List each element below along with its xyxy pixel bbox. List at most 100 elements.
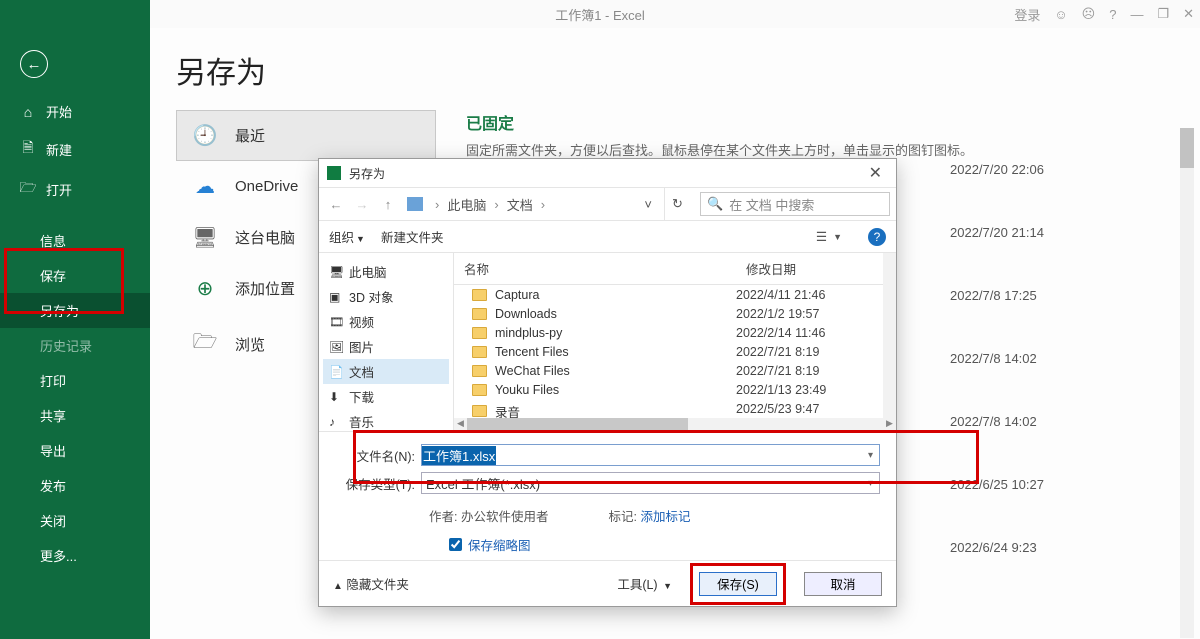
cancel-button[interactable]: 取消: [804, 572, 882, 596]
folder-icon: [472, 384, 487, 396]
tree-item[interactable]: ♪音乐: [323, 409, 449, 431]
sidebar-item-export[interactable]: 导出: [0, 433, 150, 468]
vert-scrollbar[interactable]: [883, 253, 896, 418]
file-date: 2022/7/21 8:19: [736, 345, 896, 359]
refresh-button[interactable]: ↻: [664, 188, 690, 220]
view-button[interactable]: ☰▼: [816, 229, 842, 244]
horiz-scrollbar[interactable]: ◀ ▶: [454, 418, 896, 431]
tree-item[interactable]: 🖥此电脑: [323, 259, 449, 284]
dialog-close-button[interactable]: ✕: [863, 163, 888, 183]
sidebar-item-open[interactable]: 🗁打开: [0, 169, 150, 209]
filename-input[interactable]: 工作簿1.xlsx ▾: [421, 444, 880, 466]
save-button[interactable]: 保存(S): [699, 572, 777, 596]
file-row[interactable]: WeChat Files2022/7/21 8:19: [454, 361, 896, 380]
dialog-title: 另存为: [349, 165, 385, 182]
dialog-fields: 文件名(N): 工作簿1.xlsx ▾ 保存类型(T): Excel 工作簿(*…: [319, 431, 896, 504]
file-name: Downloads: [495, 307, 557, 321]
filetype-select[interactable]: Excel 工作簿(*.xlsx) ▾: [421, 472, 880, 494]
file-row[interactable]: mindplus-py2022/2/14 11:46: [454, 323, 896, 342]
sidebar-item-publish[interactable]: 发布: [0, 468, 150, 503]
nav-up-icon[interactable]: ↑: [377, 197, 399, 212]
excel-icon: [327, 166, 341, 180]
nav-back-icon[interactable]: ←: [325, 197, 347, 212]
sidebar-item-save[interactable]: 保存: [0, 258, 150, 293]
recent-date[interactable]: 2022/7/8 14:02: [950, 327, 1170, 390]
file-row[interactable]: Downloads2022/1/2 19:57: [454, 304, 896, 323]
dialog-titlebar: 另存为 ✕: [319, 159, 896, 187]
close-icon[interactable]: ✕: [1183, 6, 1194, 22]
tree-item[interactable]: 📄文档: [323, 359, 449, 384]
thumbnail-checkbox[interactable]: [449, 538, 462, 551]
dialog-meta: 作者: 办公软件使用者 标记: 添加标记: [319, 504, 896, 531]
tree-item[interactable]: ▣3D 对象: [323, 284, 449, 309]
thumbnail-label[interactable]: 保存缩略图: [468, 535, 531, 554]
filetype-dropdown-icon[interactable]: ▾: [861, 478, 879, 489]
breadcrumb-folder[interactable]: 文档: [507, 195, 533, 214]
nav-forward-icon[interactable]: →: [351, 197, 373, 212]
sidebar-label: 新建: [46, 140, 72, 159]
help-icon[interactable]: ?: [1109, 7, 1116, 22]
tree-label: 音乐: [349, 412, 374, 431]
filetype-row: 保存类型(T): Excel 工作簿(*.xlsx) ▾: [335, 472, 880, 494]
breadcrumb-root[interactable]: 此电脑: [447, 195, 486, 214]
dialog-help-button[interactable]: ?: [868, 228, 886, 246]
titlebar-right: 登录 ☺ ☹ ? — ❐ ✕: [1014, 0, 1194, 28]
minimize-icon[interactable]: —: [1130, 7, 1143, 22]
scrollbar-track[interactable]: [1180, 128, 1194, 638]
filename-dropdown-icon[interactable]: ▾: [861, 450, 879, 461]
sidebar-item-new[interactable]: 🗎新建: [0, 129, 150, 169]
sidebar-item-close[interactable]: 关闭: [0, 503, 150, 538]
back-button[interactable]: ←: [20, 50, 48, 78]
3d-icon: ▣: [329, 290, 343, 304]
tree-label: 图片: [349, 337, 374, 356]
recent-date[interactable]: 2022/7/8 14:02: [950, 390, 1170, 453]
face-smile-icon[interactable]: ☺: [1054, 7, 1067, 22]
saveas-dialog: 另存为 ✕ ← → ↑ › 此电脑 › 文档 › ˅ ↻ 🔍 在 文档 中搜索 …: [318, 158, 897, 607]
sidebar-item-history[interactable]: 历史记录: [0, 328, 150, 363]
dialog-nav: ← → ↑ › 此电脑 › 文档 › ˅ ↻ 🔍 在 文档 中搜索: [319, 187, 896, 221]
col-date[interactable]: 修改日期: [736, 253, 896, 284]
sidebar-item-more[interactable]: 更多...: [0, 538, 150, 573]
hide-folders-button[interactable]: ▲ 隐藏文件夹: [333, 574, 409, 593]
sidebar-label: 开始: [46, 102, 72, 121]
restore-icon[interactable]: ❐: [1157, 6, 1169, 22]
recent-date[interactable]: 2022/7/20 22:06: [950, 138, 1170, 201]
recent-date[interactable]: 2022/6/25 10:27: [950, 453, 1170, 516]
organize-button[interactable]: 组织▼: [329, 227, 365, 246]
search-placeholder: 在 文档 中搜索: [729, 195, 814, 214]
add-tag-link[interactable]: 添加标记: [640, 510, 690, 524]
location-label: 这台电脑: [235, 227, 295, 248]
newfolder-button[interactable]: 新建文件夹: [381, 227, 444, 246]
file-date: 2022/2/14 11:46: [736, 326, 896, 340]
tree-item[interactable]: 🖼 图片: [323, 334, 449, 359]
sidebar-item-print[interactable]: 打印: [0, 363, 150, 398]
breadcrumb-dropdown-icon[interactable]: ˅: [636, 197, 660, 212]
pic-icon: 🖼: [329, 340, 343, 354]
file-row[interactable]: Tencent Files 2022/7/21 8:19: [454, 342, 896, 361]
file-name: Tencent Files: [495, 345, 569, 359]
recent-date[interactable]: 2022/7/20 21:14: [950, 201, 1170, 264]
scrollbar-thumb[interactable]: [1180, 128, 1194, 168]
sidebar-item-saveas[interactable]: 另存为: [0, 293, 150, 328]
file-row[interactable]: Youku Files2022/1/13 23:49: [454, 380, 896, 399]
sidebar-item-share[interactable]: 共享: [0, 398, 150, 433]
breadcrumb-pc-icon: [407, 197, 423, 211]
sidebar-item-info[interactable]: 信息: [0, 223, 150, 258]
recent-date[interactable]: 2022/7/8 17:25: [950, 264, 1170, 327]
file-row[interactable]: Captura2022/4/11 21:46: [454, 285, 896, 304]
face-sad-icon[interactable]: ☹: [1082, 6, 1096, 22]
dialog-body: 🖥此电脑▣3D 对象🎞视频🖼图片📄文档⬇下载♪音乐🖵桌面 名称 修改日期 Cap…: [319, 253, 896, 431]
file-date: 2022/1/13 23:49: [736, 383, 896, 397]
page-title: 另存为: [176, 48, 1174, 92]
col-name[interactable]: 名称: [454, 253, 736, 284]
tools-button[interactable]: 工具(L) ▼: [617, 574, 672, 593]
recent-date[interactable]: 2022/6/24 9:23: [950, 516, 1170, 579]
tree-item[interactable]: ⬇下载: [323, 384, 449, 409]
tree-item[interactable]: 🎞视频: [323, 309, 449, 334]
dialog-search[interactable]: 🔍 在 文档 中搜索: [700, 192, 890, 216]
login-link[interactable]: 登录: [1014, 5, 1040, 24]
clock-icon: 🕘: [191, 123, 219, 148]
tree-label: 此电脑: [349, 262, 387, 281]
location-recent[interactable]: 🕘最近: [176, 110, 436, 161]
sidebar-item-home[interactable]: ⌂开始: [0, 94, 150, 129]
